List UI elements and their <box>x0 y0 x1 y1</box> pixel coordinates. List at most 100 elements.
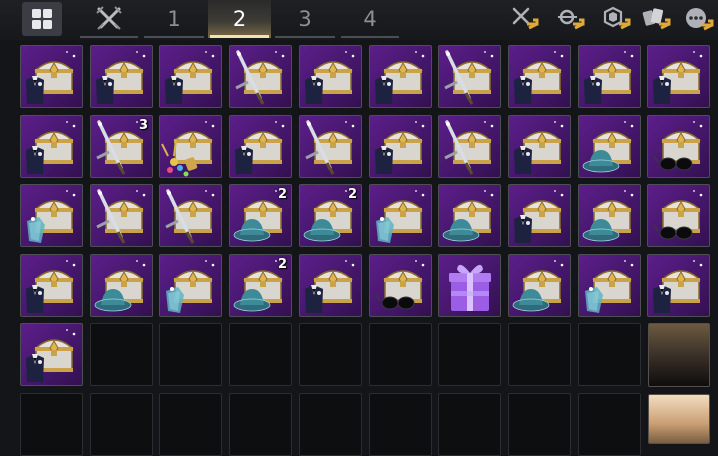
cape-chest-icon <box>376 190 425 243</box>
empty-slot[interactable] <box>578 323 641 386</box>
cape-chest-icon <box>27 190 76 243</box>
glasses-chest-icon <box>375 260 425 310</box>
inventory-slot[interactable] <box>229 45 292 108</box>
glasses-chest-icon <box>653 190 703 240</box>
inventory-slot[interactable] <box>159 45 222 108</box>
inventory-slot[interactable] <box>229 115 292 178</box>
disassemble-button[interactable] <box>508 4 542 36</box>
empty-slot[interactable] <box>90 323 153 386</box>
inventory-slot[interactable] <box>647 115 710 178</box>
inventory-slot[interactable] <box>159 254 222 317</box>
sword-chest-icon <box>444 120 494 175</box>
empty-slot[interactable] <box>508 323 571 386</box>
inventory-slot[interactable] <box>508 115 571 178</box>
gem-filter-button[interactable] <box>600 4 634 36</box>
inventory-slot[interactable] <box>369 115 432 178</box>
cape-chest-icon <box>166 260 215 313</box>
empty-slot[interactable] <box>369 323 432 386</box>
empty-slot[interactable] <box>438 323 501 386</box>
suit-chest-icon <box>584 51 634 104</box>
suit-chest-icon <box>235 121 285 174</box>
cards-button[interactable] <box>640 4 674 36</box>
hat-chest-icon <box>582 190 634 242</box>
sword-chest-icon <box>165 189 215 244</box>
inventory-slot[interactable] <box>159 115 222 178</box>
stack-count: 2 <box>347 187 357 202</box>
grid-view-button[interactable] <box>22 2 62 36</box>
empty-slot[interactable] <box>229 393 292 456</box>
stack-count: 3 <box>138 118 148 133</box>
inventory-slot[interactable] <box>578 254 641 317</box>
inventory-slot[interactable] <box>369 254 432 317</box>
expand-slot-button[interactable] <box>648 394 710 444</box>
inventory-slot[interactable] <box>20 323 83 386</box>
inventory-slot[interactable] <box>578 45 641 108</box>
inventory-slot[interactable] <box>20 254 83 317</box>
empty-slot[interactable] <box>299 393 362 456</box>
hat-chest-icon <box>442 190 494 242</box>
expand-slot-button[interactable] <box>648 323 710 387</box>
stack-count: 2 <box>277 187 287 202</box>
inventory-slot[interactable] <box>159 184 222 247</box>
sword-chest-icon <box>305 120 355 175</box>
inventory-slot[interactable] <box>647 45 710 108</box>
suit-chest-icon <box>26 51 76 104</box>
empty-slot[interactable] <box>90 393 153 456</box>
empty-slot[interactable] <box>438 393 501 456</box>
inventory-slot[interactable] <box>508 254 571 317</box>
more-options-icon <box>686 8 714 31</box>
inventory-slot[interactable] <box>20 45 83 108</box>
suit-chest-icon <box>305 51 355 104</box>
tab-all-items[interactable] <box>78 0 140 38</box>
inventory-slot[interactable] <box>438 115 501 178</box>
inventory-slot[interactable] <box>647 254 710 317</box>
empty-slot[interactable] <box>508 393 571 456</box>
sword-chest-icon <box>96 189 146 244</box>
tab-4[interactable]: 4 <box>339 0 401 38</box>
cape-chest-icon <box>585 260 634 313</box>
disassemble-icon <box>512 7 539 30</box>
more-options-button[interactable] <box>682 4 716 36</box>
inventory-slot[interactable] <box>90 45 153 108</box>
suit-chest-icon <box>375 51 425 104</box>
suit-chest-icon <box>165 51 215 104</box>
inventory-slot[interactable] <box>578 184 641 247</box>
inventory-slot[interactable] <box>508 184 571 247</box>
inventory-slot[interactable] <box>90 184 153 247</box>
hat-chest-icon <box>94 260 146 312</box>
suit-chest-icon <box>514 121 564 174</box>
tab-2[interactable]: 2 <box>208 0 271 38</box>
gift-box-icon <box>449 264 491 311</box>
inventory-slot[interactable] <box>438 184 501 247</box>
empty-slot[interactable] <box>159 393 222 456</box>
tab-1[interactable]: 1 <box>142 0 206 38</box>
grid-view-icon <box>32 9 52 29</box>
inventory-slot[interactable]: 2 <box>229 254 292 317</box>
inventory-slot[interactable] <box>647 184 710 247</box>
empty-slot[interactable] <box>229 323 292 386</box>
inventory-slot[interactable] <box>508 45 571 108</box>
inventory-slot[interactable] <box>299 45 362 108</box>
inventory-slot[interactable]: 2 <box>229 184 292 247</box>
inventory-slot[interactable] <box>299 115 362 178</box>
empty-slot[interactable] <box>299 323 362 386</box>
empty-slot[interactable] <box>159 323 222 386</box>
inventory-slot[interactable] <box>90 254 153 317</box>
inventory-slot[interactable] <box>438 254 501 317</box>
inventory-slot[interactable] <box>20 184 83 247</box>
inventory-slot[interactable] <box>438 45 501 108</box>
inventory-slot[interactable] <box>20 115 83 178</box>
inventory-slot[interactable] <box>578 115 641 178</box>
inventory-slot[interactable]: 2 <box>299 184 362 247</box>
tab-3[interactable]: 3 <box>273 0 337 38</box>
sort-button[interactable] <box>554 4 588 36</box>
inventory-slot[interactable]: 3 <box>90 115 153 178</box>
inventory-slot[interactable] <box>369 45 432 108</box>
empty-slot[interactable] <box>369 393 432 456</box>
inventory-slot[interactable] <box>299 254 362 317</box>
inventory-slot[interactable] <box>369 184 432 247</box>
empty-slot[interactable] <box>20 393 83 456</box>
glasses-chest-icon <box>653 121 703 171</box>
hat-chest-icon <box>582 121 634 173</box>
empty-slot[interactable] <box>578 393 641 456</box>
